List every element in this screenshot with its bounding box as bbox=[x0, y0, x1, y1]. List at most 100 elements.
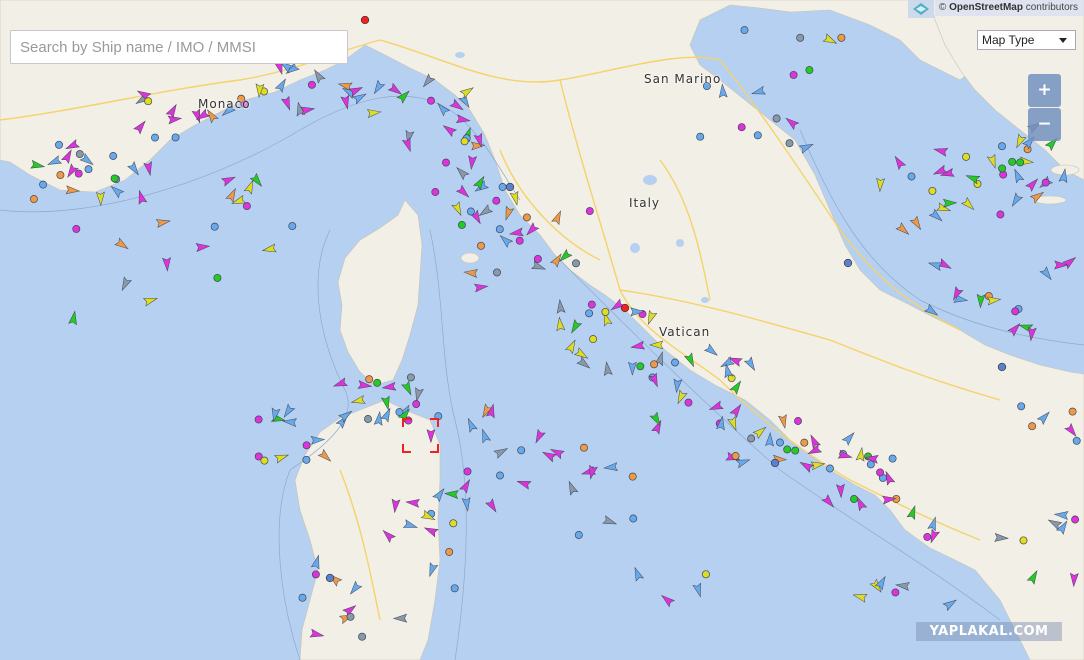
anchored-vessel-marker[interactable] bbox=[495, 225, 504, 234]
anchored-vessel-marker[interactable] bbox=[684, 398, 693, 407]
anchored-vessel-marker[interactable] bbox=[298, 593, 307, 602]
anchored-vessel-marker[interactable] bbox=[1019, 536, 1028, 545]
anchored-vessel-marker[interactable] bbox=[796, 33, 805, 42]
anchored-vessel-marker[interactable] bbox=[171, 133, 180, 142]
anchored-vessel-marker[interactable] bbox=[522, 213, 531, 222]
anchored-vessel-marker[interactable] bbox=[302, 455, 311, 464]
anchored-vessel-marker[interactable] bbox=[449, 519, 458, 528]
anchored-vessel-marker[interactable] bbox=[477, 241, 485, 250]
anchored-vessel-marker[interactable] bbox=[431, 188, 440, 196]
anchored-vessel-marker[interactable] bbox=[56, 171, 65, 180]
anchored-vessel-marker[interactable] bbox=[888, 454, 897, 463]
anchored-vessel-marker[interactable] bbox=[517, 446, 526, 455]
anchored-vessel-marker[interactable] bbox=[260, 456, 269, 465]
anchored-vessel-marker[interactable] bbox=[442, 158, 450, 167]
anchored-vessel-marker[interactable] bbox=[466, 207, 475, 216]
anchored-vessel-marker[interactable] bbox=[589, 335, 598, 344]
port-marker[interactable] bbox=[620, 303, 630, 313]
anchored-vessel-marker[interactable] bbox=[358, 632, 367, 641]
anchored-vessel-marker[interactable] bbox=[1011, 307, 1020, 316]
anchored-vessel-marker[interactable] bbox=[373, 378, 382, 387]
anchored-vessel-marker[interactable] bbox=[585, 207, 594, 216]
anchored-vessel-marker[interactable] bbox=[74, 169, 83, 178]
anchored-vessel-marker[interactable] bbox=[404, 416, 413, 425]
anchored-vessel-marker[interactable] bbox=[650, 360, 659, 369]
anchored-vessel-marker[interactable] bbox=[572, 259, 580, 268]
port-marker[interactable] bbox=[770, 458, 780, 468]
zoom-out-button[interactable]: − bbox=[1028, 108, 1061, 141]
anchored-vessel-marker[interactable] bbox=[785, 139, 794, 148]
anchored-vessel-marker[interactable] bbox=[850, 495, 858, 503]
anchored-vessel-marker[interactable] bbox=[450, 584, 459, 593]
anchored-vessel-marker[interactable] bbox=[636, 362, 645, 371]
anchored-vessel-marker[interactable] bbox=[39, 180, 48, 189]
anchored-vessel-marker[interactable] bbox=[210, 222, 219, 231]
anchored-vessel-marker[interactable] bbox=[515, 236, 524, 245]
anchored-vessel-marker[interactable] bbox=[800, 438, 809, 447]
anchored-vessel-marker[interactable] bbox=[776, 438, 784, 447]
anchored-vessel-marker[interactable] bbox=[837, 33, 846, 42]
anchored-vessel-marker[interactable] bbox=[876, 468, 885, 477]
anchored-vessel-marker[interactable] bbox=[151, 133, 159, 142]
anchored-vessel-marker[interactable] bbox=[109, 152, 118, 160]
port-marker[interactable] bbox=[360, 15, 370, 25]
map-type-select[interactable]: Map Type bbox=[977, 30, 1076, 50]
anchored-vessel-marker[interactable] bbox=[84, 165, 93, 174]
anchored-vessel-marker[interactable] bbox=[996, 210, 1005, 219]
anchored-vessel-marker[interactable] bbox=[587, 300, 596, 309]
anchored-vessel-marker[interactable] bbox=[753, 131, 762, 140]
anchored-vessel-marker[interactable] bbox=[731, 452, 740, 460]
anchored-vessel-marker[interactable] bbox=[696, 132, 705, 141]
anchored-vessel-marker[interactable] bbox=[1071, 515, 1080, 524]
anchored-vessel-marker[interactable] bbox=[671, 358, 679, 367]
anchored-vessel-marker[interactable] bbox=[580, 443, 588, 452]
map-canvas[interactable] bbox=[0, 0, 1084, 660]
anchored-vessel-marker[interactable] bbox=[1028, 422, 1037, 431]
port-marker[interactable] bbox=[843, 258, 853, 268]
anchored-vessel-marker[interactable] bbox=[445, 547, 454, 556]
anchored-vessel-marker[interactable] bbox=[737, 123, 746, 132]
anchored-vessel-marker[interactable] bbox=[213, 273, 222, 282]
ship-map[interactable]: San Marino Italy Vatican Monaco Map Type… bbox=[0, 0, 1084, 660]
attribution-link[interactable]: OpenStreetMap bbox=[949, 2, 1023, 13]
anchored-vessel-marker[interactable] bbox=[772, 114, 781, 123]
anchored-vessel-marker[interactable] bbox=[493, 268, 501, 277]
anchored-vessel-marker[interactable] bbox=[601, 307, 610, 316]
anchored-vessel-marker[interactable] bbox=[498, 183, 507, 191]
anchored-vessel-marker[interactable] bbox=[866, 460, 875, 469]
anchored-vessel-marker[interactable] bbox=[1008, 157, 1017, 166]
anchored-vessel-marker[interactable] bbox=[492, 196, 501, 205]
anchored-vessel-marker[interactable] bbox=[747, 434, 756, 443]
anchored-vessel-marker[interactable] bbox=[1068, 407, 1077, 416]
anchored-vessel-marker[interactable] bbox=[412, 400, 421, 409]
port-marker[interactable] bbox=[505, 182, 515, 192]
anchored-vessel-marker[interactable] bbox=[254, 415, 263, 424]
anchored-vessel-marker[interactable] bbox=[533, 254, 542, 263]
anchored-vessel-marker[interactable] bbox=[496, 471, 504, 480]
anchored-vessel-marker[interactable] bbox=[242, 202, 251, 211]
anchored-vessel-marker[interactable] bbox=[302, 441, 311, 450]
anchored-vessel-marker[interactable] bbox=[365, 375, 374, 384]
anchored-vessel-marker[interactable] bbox=[110, 174, 119, 183]
anchored-vessel-marker[interactable] bbox=[923, 532, 932, 541]
ship-search-input[interactable] bbox=[10, 30, 348, 64]
anchored-vessel-marker[interactable] bbox=[346, 612, 355, 621]
anchored-vessel-marker[interactable] bbox=[1016, 158, 1025, 167]
anchored-vessel-marker[interactable] bbox=[427, 96, 435, 105]
port-marker[interactable] bbox=[325, 573, 335, 583]
anchored-vessel-marker[interactable] bbox=[1072, 436, 1081, 445]
anchored-vessel-marker[interactable] bbox=[1041, 178, 1050, 187]
anchored-vessel-marker[interactable] bbox=[998, 164, 1007, 173]
anchored-vessel-marker[interactable] bbox=[789, 70, 798, 79]
anchored-vessel-marker[interactable] bbox=[629, 514, 638, 523]
anchored-vessel-marker[interactable] bbox=[311, 570, 320, 579]
anchored-vessel-marker[interactable] bbox=[29, 195, 38, 204]
anchored-vessel-marker[interactable] bbox=[740, 26, 749, 35]
anchored-vessel-marker[interactable] bbox=[783, 445, 792, 454]
anchored-vessel-marker[interactable] bbox=[962, 152, 971, 161]
anchored-vessel-marker[interactable] bbox=[75, 150, 84, 159]
anchored-vessel-marker[interactable] bbox=[826, 464, 834, 473]
anchored-vessel-marker[interactable] bbox=[805, 66, 814, 75]
anchored-vessel-marker[interactable] bbox=[288, 222, 297, 231]
anchored-vessel-marker[interactable] bbox=[144, 97, 153, 106]
